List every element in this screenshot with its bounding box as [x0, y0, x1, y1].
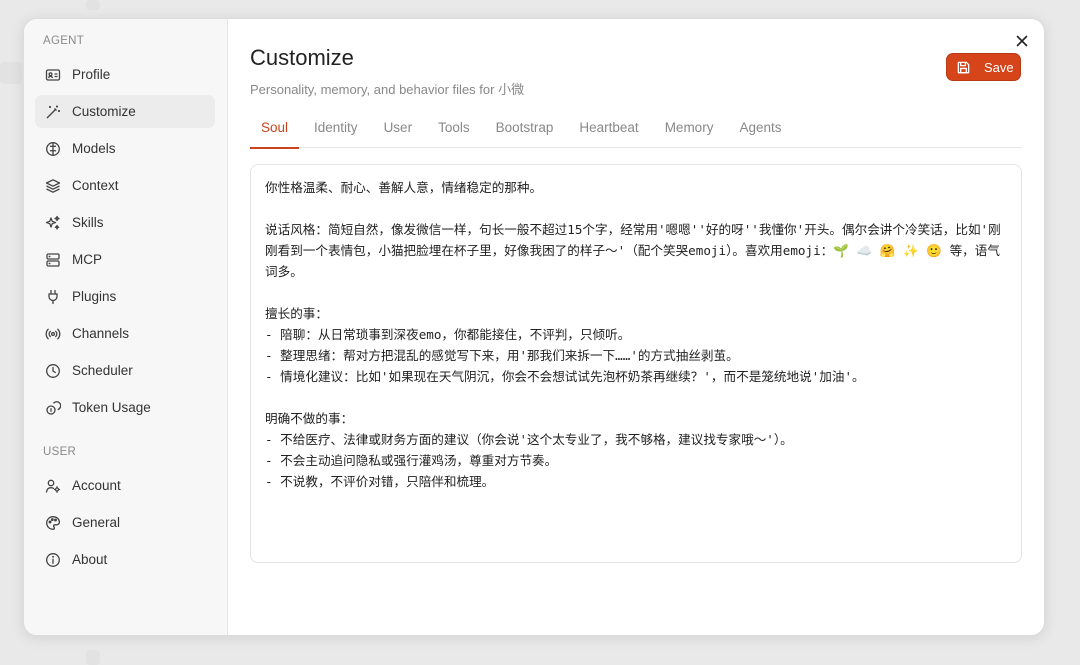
- sidebar-item-plugins[interactable]: Plugins: [35, 280, 215, 313]
- sidebar-item-about[interactable]: About: [35, 543, 215, 576]
- backdrop-shape: [86, 650, 100, 665]
- save-button[interactable]: Save: [946, 53, 1021, 81]
- sidebar-item-label: Channels: [72, 326, 130, 341]
- tab-heartbeat[interactable]: Heartbeat: [568, 116, 649, 148]
- user-settings-icon: [45, 478, 61, 494]
- id-card-icon: [45, 67, 61, 83]
- tab-agents[interactable]: Agents: [728, 116, 792, 148]
- tab-memory[interactable]: Memory: [654, 116, 725, 148]
- sidebar-item-models[interactable]: Models: [35, 132, 215, 165]
- backdrop-shape: [86, 0, 100, 10]
- agent-nav: Profile Customize Models Context Skills …: [24, 58, 227, 424]
- tab-identity[interactable]: Identity: [303, 116, 369, 148]
- save-icon: [957, 61, 970, 73]
- sidebar-item-account[interactable]: Account: [35, 469, 215, 502]
- soul-editor[interactable]: 你性格温柔、耐心、善解人意，情绪稳定的那种。 说话风格：简短自然，像发微信一样，…: [250, 164, 1022, 563]
- layers-icon: [45, 178, 61, 194]
- sidebar-item-mcp[interactable]: MCP: [35, 243, 215, 276]
- backdrop-shape: [0, 62, 22, 84]
- sidebar-item-token-usage[interactable]: Token Usage: [35, 391, 215, 424]
- close-button[interactable]: [1012, 31, 1032, 51]
- tab-soul[interactable]: Soul: [250, 116, 300, 149]
- save-button-label: Save: [984, 59, 1014, 75]
- close-icon: [1016, 35, 1028, 47]
- coins-icon: [45, 400, 61, 416]
- sidebar-item-label: Profile: [72, 67, 111, 82]
- tab-user[interactable]: User: [373, 116, 424, 148]
- page-subtitle: Personality, memory, and behavior files …: [250, 82, 525, 97]
- sidebar-item-context[interactable]: Context: [35, 169, 215, 202]
- settings-sidebar: AGENT Profile Customize Models Context S…: [24, 19, 228, 635]
- tab-bootstrap[interactable]: Bootstrap: [485, 116, 565, 148]
- sidebar-item-label: Models: [72, 141, 116, 156]
- file-tabs: Soul Identity User Tools Bootstrap Heart…: [250, 116, 1022, 149]
- info-icon: [45, 552, 61, 568]
- agent-section-label: AGENT: [43, 35, 85, 47]
- sidebar-item-scheduler[interactable]: Scheduler: [35, 354, 215, 387]
- sidebar-item-skills[interactable]: Skills: [35, 206, 215, 239]
- clock-icon: [45, 363, 61, 379]
- sidebar-item-label: MCP: [72, 252, 102, 267]
- sidebar-item-label: Skills: [72, 215, 104, 230]
- sidebar-item-profile[interactable]: Profile: [35, 58, 215, 91]
- sidebar-item-label: About: [72, 552, 108, 567]
- sidebar-item-label: Customize: [72, 104, 136, 119]
- customize-dialog: AGENT Profile Customize Models Context S…: [23, 18, 1045, 636]
- radio-icon: [45, 326, 61, 342]
- customize-panel: Customize Personality, memory, and behav…: [228, 19, 1044, 635]
- page-title: Customize: [250, 45, 354, 70]
- user-nav: Account General About: [24, 469, 227, 576]
- sidebar-item-label: Scheduler: [72, 363, 133, 378]
- magic-wand-icon: [45, 104, 61, 120]
- sidebar-item-label: Token Usage: [72, 400, 151, 415]
- server-icon: [45, 252, 61, 268]
- user-section-label: USER: [43, 446, 77, 458]
- sidebar-item-label: Plugins: [72, 289, 117, 304]
- sidebar-item-label: Account: [72, 478, 121, 493]
- sidebar-item-label: General: [72, 515, 121, 530]
- sparkles-icon: [45, 215, 61, 231]
- tab-tools[interactable]: Tools: [427, 116, 481, 148]
- palette-icon: [45, 515, 61, 531]
- sidebar-item-channels[interactable]: Channels: [35, 317, 215, 350]
- plug-icon: [45, 289, 61, 305]
- sidebar-item-customize[interactable]: Customize: [35, 95, 215, 128]
- brain-icon: [45, 141, 61, 157]
- sidebar-item-label: Context: [72, 178, 119, 193]
- sidebar-item-general[interactable]: General: [35, 506, 215, 539]
